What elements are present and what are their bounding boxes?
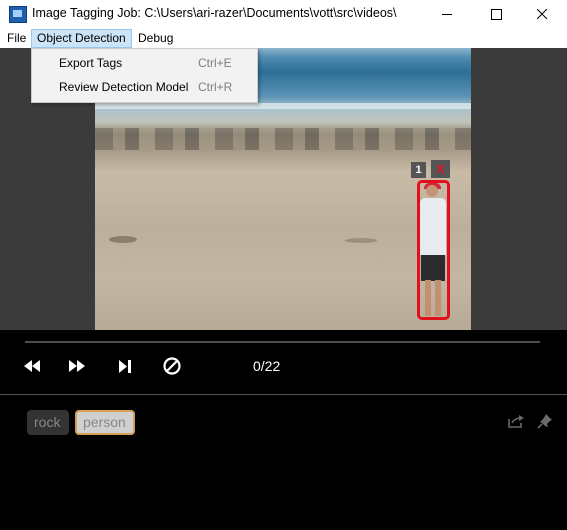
- region-delete-button[interactable]: X: [431, 160, 450, 178]
- region-tag-number: 1: [411, 162, 426, 178]
- block-button[interactable]: [161, 355, 183, 377]
- app-window: Image Tagging Job: C:\Users\ari-razer\Do…: [0, 0, 567, 530]
- object-detection-dropdown: Export Tags Ctrl+E Review Detection Mode…: [31, 48, 258, 103]
- minimize-icon: [441, 14, 452, 15]
- menu-debug[interactable]: Debug: [133, 29, 178, 48]
- app-icon: [9, 6, 27, 23]
- menu-item-label: Review Detection Model: [59, 80, 189, 94]
- close-icon: [536, 9, 547, 20]
- tag-person[interactable]: person: [75, 410, 135, 435]
- menu-item-shortcut: Ctrl+R: [198, 80, 233, 94]
- maximize-button[interactable]: [473, 0, 519, 29]
- skip-next-icon: [119, 359, 131, 373]
- fast-forward-button[interactable]: [66, 355, 88, 377]
- close-button[interactable]: [519, 0, 565, 29]
- minimize-button[interactable]: [424, 0, 470, 29]
- tags-panel: rock person: [0, 395, 567, 530]
- shore-rocks: [95, 128, 471, 150]
- beach-rock: [109, 236, 137, 243]
- menu-object-detection[interactable]: Object Detection: [31, 29, 132, 48]
- menu-file[interactable]: File: [2, 29, 31, 48]
- bounding-box-region[interactable]: [417, 180, 450, 320]
- menu-item-label: Export Tags: [59, 56, 123, 70]
- rewind-icon: [24, 360, 40, 372]
- menu-review-detection-model[interactable]: Review Detection Model Ctrl+R: [32, 75, 257, 99]
- export-icon: [508, 414, 524, 428]
- title-bar: Image Tagging Job: C:\Users\ari-razer\Do…: [0, 0, 567, 30]
- skip-next-button[interactable]: [114, 355, 136, 377]
- maximize-icon: [490, 9, 502, 20]
- fast-forward-icon: [69, 360, 85, 372]
- menu-item-shortcut: Ctrl+E: [198, 56, 232, 70]
- pin-icon: [537, 414, 552, 429]
- beach-rock: [345, 238, 377, 243]
- player-controls: 0/22: [0, 330, 567, 394]
- frame-counter: 0/22: [253, 358, 281, 374]
- export-button[interactable]: [506, 411, 526, 431]
- tag-rock[interactable]: rock: [27, 410, 69, 435]
- progress-track[interactable]: [25, 341, 540, 343]
- window-title: Image Tagging Job: C:\Users\ari-razer\Do…: [32, 6, 397, 20]
- menu-export-tags[interactable]: Export Tags Ctrl+E: [32, 51, 257, 75]
- menu-bar: File Object Detection Debug: [0, 29, 567, 49]
- block-icon: [163, 357, 181, 375]
- rewind-button[interactable]: [21, 355, 43, 377]
- wave-foam: [95, 103, 471, 109]
- pin-button[interactable]: [535, 411, 555, 431]
